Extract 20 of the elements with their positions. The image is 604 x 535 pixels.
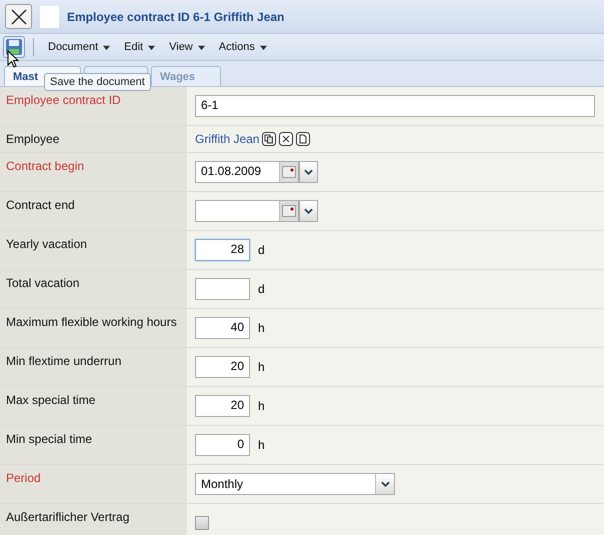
field-label: Min special time [6,432,92,446]
window-title: Employee contract ID 6-1 Griffith Jean [67,10,284,24]
field-label: Total vacation [6,276,80,290]
field-label: Min flextime underrun [6,354,122,368]
field-label: Maximum flexible working hours [6,315,177,329]
unit-label: h [258,360,265,374]
field-label: Contract end [6,198,75,212]
field-label: Employee contract ID [6,93,121,107]
unit-label: d [258,282,265,296]
field-label: Max special time [6,393,96,407]
unit-label: d [258,243,265,257]
field-label: Employee [6,132,60,146]
unit-label: h [258,321,265,335]
field-label: Yearly vacation [6,237,87,251]
field-label: Period [6,471,41,485]
field-label: Contract begin [6,159,84,173]
unit-label: h [258,399,265,413]
field-label: Außertariflicher Vertrag [6,510,130,524]
unit-label: h [258,438,265,452]
tooltip: Save the document [44,73,151,91]
